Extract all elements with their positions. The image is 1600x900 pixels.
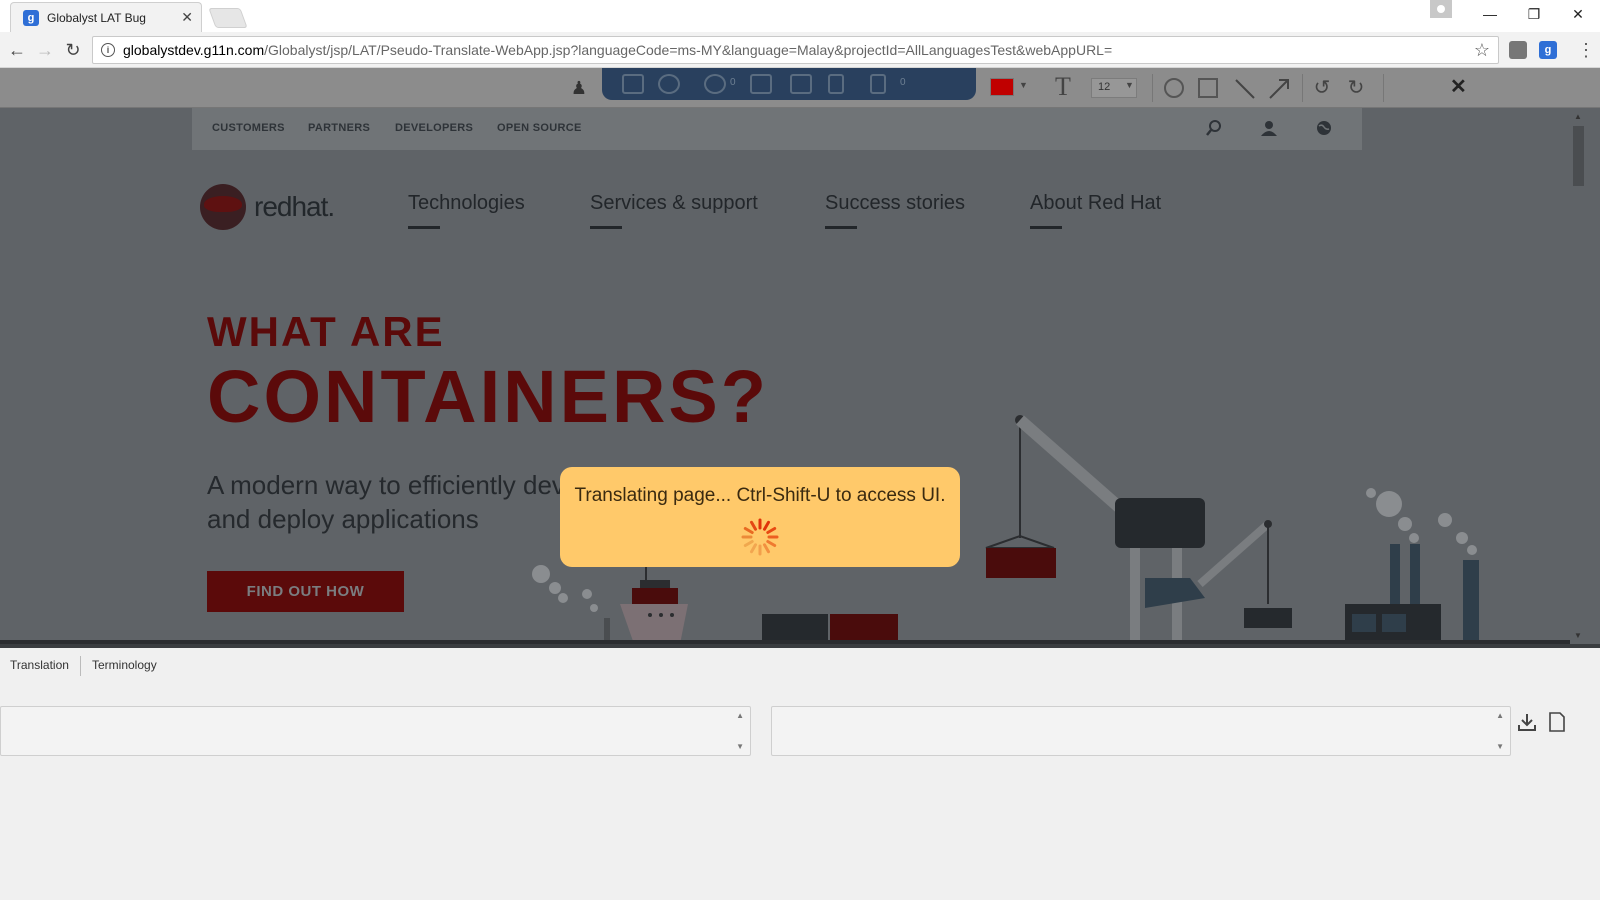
translation-text-area[interactable]: ▲ ▼	[771, 706, 1511, 756]
new-tab-button[interactable]	[208, 8, 248, 28]
scroll-down-arrow-icon[interactable]: ▼	[1574, 631, 1582, 640]
lat-tool-panel: 0 0	[602, 68, 976, 100]
line-tool-icon[interactable]	[1234, 78, 1256, 100]
browser-menu-icon[interactable]: ⋮	[1577, 40, 1595, 61]
restore-button[interactable]: ❐	[1514, 2, 1554, 26]
user-profile-icon[interactable]	[1430, 0, 1452, 18]
circle-tool-icon[interactable]	[1164, 78, 1184, 98]
web-page-content: CUSTOMERS PARTNERS DEVELOPERS OPEN SOURC…	[0, 108, 1570, 644]
browser-tab[interactable]: g Globalyst LAT Bug ✕	[10, 2, 202, 32]
page-viewport: ♟ 0 0 ▼ T 12 ▼ ↺ ↻ ✕ CUSTOMERS PARTNERS …	[0, 68, 1600, 644]
globalyst-extension-icon[interactable]: g	[1539, 41, 1557, 59]
scrollbar-thumb[interactable]	[1573, 126, 1584, 186]
url-host: globalystdev.g11n.com	[123, 42, 265, 58]
scroll-up-arrow-icon[interactable]: ▲	[1574, 112, 1582, 121]
redo-icon[interactable]: ↻	[1346, 77, 1366, 99]
font-size-chevron-icon[interactable]: ▼	[1125, 80, 1134, 90]
report-count: 0	[900, 77, 906, 88]
source-scroll-down-icon[interactable]: ▼	[736, 742, 744, 751]
settings-gear-icon[interactable]	[658, 74, 680, 94]
lat-annotation-toolbar: ♟ 0 0 ▼ T 12 ▼ ↺ ↻ ✕	[0, 68, 1600, 108]
address-bar[interactable]: i globalystdev.g11n.com /Globalyst/jsp/L…	[92, 36, 1499, 64]
translation-scroll-up-icon[interactable]: ▲	[1496, 711, 1504, 720]
document-icon[interactable]	[828, 74, 844, 94]
translation-scroll-down-icon[interactable]: ▼	[1496, 742, 1504, 751]
tab-title: Globalyst LAT Bug	[47, 10, 146, 25]
edit-icon[interactable]	[622, 74, 644, 94]
undo-icon[interactable]: ↺	[1312, 77, 1332, 99]
rectangle-tool-icon[interactable]	[1198, 78, 1218, 98]
reload-icon[interactable]: ↻	[63, 40, 83, 60]
loading-spinner-icon	[741, 518, 779, 556]
browser-toolbar: ← → ↻ i globalystdev.g11n.com /Globalyst…	[0, 32, 1600, 68]
pin-icon[interactable]: ♟	[568, 76, 590, 100]
video-icon[interactable]	[790, 74, 812, 94]
back-arrow-icon[interactable]: ←	[7, 40, 27, 60]
bookmark-star-icon[interactable]: ☆	[1474, 40, 1490, 61]
color-dropdown-chevron-icon[interactable]: ▼	[1019, 80, 1028, 90]
new-document-icon[interactable]	[1546, 710, 1568, 734]
bug-count: 0	[730, 77, 736, 88]
font-size-value: 12	[1098, 81, 1111, 93]
page-scrollbar[interactable]: ▲ ▼	[1570, 108, 1587, 644]
browser-tabstrip: g Globalyst LAT Bug ✕ — ❐ ✕	[0, 0, 1600, 32]
tab-translation[interactable]: Translation	[10, 658, 69, 672]
color-swatch[interactable]	[990, 78, 1014, 96]
forward-arrow-icon[interactable]: →	[35, 40, 55, 60]
source-text-area[interactable]: ▲ ▼	[0, 706, 751, 756]
lat-bottom-panel: Translation Terminology ▲ ▼ ▲ ▼	[0, 648, 1600, 900]
source-scroll-up-icon[interactable]: ▲	[736, 711, 744, 720]
translating-overlay: Translating page... Ctrl-Shift-U to acce…	[560, 467, 960, 567]
site-info-icon[interactable]: i	[101, 43, 115, 57]
bug-icon[interactable]	[704, 74, 726, 94]
tab-terminology[interactable]: Terminology	[92, 658, 157, 672]
extension-icon[interactable]	[1509, 41, 1527, 59]
arrow-tool-icon[interactable]	[1268, 78, 1290, 100]
report-icon[interactable]	[870, 74, 886, 94]
lat-close-icon[interactable]: ✕	[1450, 74, 1467, 99]
text-tool-icon[interactable]: T	[1055, 72, 1071, 102]
overlay-message: Translating page... Ctrl-Shift-U to acce…	[574, 485, 946, 506]
download-icon[interactable]	[1516, 710, 1538, 734]
globalyst-favicon-icon: g	[23, 9, 39, 26]
screenshots-icon[interactable]	[750, 74, 772, 94]
url-path: /Globalyst/jsp/LAT/Pseudo-Translate-WebA…	[264, 42, 1113, 58]
minimize-button[interactable]: —	[1470, 2, 1510, 26]
tab-close-icon[interactable]: ✕	[181, 9, 193, 26]
window-close-button[interactable]: ✕	[1558, 2, 1598, 26]
